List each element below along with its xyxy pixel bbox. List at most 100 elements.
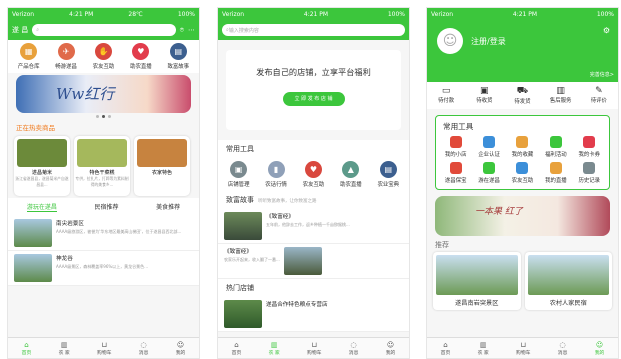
- tool-label: 农友互助: [302, 182, 325, 188]
- search-input[interactable]: ⌕ 输入搜索内容: [222, 24, 405, 36]
- shop-image: [224, 300, 262, 328]
- tab-label: 首页: [21, 350, 32, 356]
- tool-item[interactable]: 遂昌保宝: [442, 162, 470, 184]
- tab-mine[interactable]: ☺ 我的: [386, 341, 396, 356]
- story-item[interactable]: 《致富经》 五年前，他辞去工作，返乡种植一千亩猕猴桃...: [218, 209, 409, 244]
- message-icon: ◌: [140, 340, 147, 349]
- item-desc: AAAA级旅游区，被誉为'华东地区最美高山梯田'，位于遂昌县西北部...: [56, 229, 182, 234]
- tab-mine[interactable]: ☺ 我的: [595, 341, 605, 356]
- farm-icon: ▥: [479, 340, 487, 349]
- hot-title: 正在热卖商品: [16, 124, 55, 132]
- tab-farm[interactable]: ▥ 农 家: [59, 341, 70, 356]
- promo-banner[interactable]: 一本果 红了: [435, 196, 610, 236]
- tab-home[interactable]: ⌂ 首页: [232, 341, 242, 356]
- tool-label: 农业宝典: [377, 182, 400, 188]
- tab-message[interactable]: ◌ 消息: [139, 341, 149, 356]
- tool-item[interactable]: 我的直播: [542, 162, 570, 184]
- quick-item-0[interactable]: ▦ 产品仓库: [15, 43, 43, 70]
- promo-banner[interactable]: Ww红行: [16, 75, 191, 113]
- list-item[interactable]: 神龙谷 AAAA级景区，森林覆盖率96%以上，黄龙谷景色...: [8, 251, 199, 286]
- tab-farm[interactable]: ▥ 农 家: [269, 341, 280, 356]
- order-service[interactable]: ▥ 售后服务: [547, 86, 575, 105]
- shop-item[interactable]: 遂昌合作特色粮点专营店: [218, 297, 409, 332]
- publish-shop-button[interactable]: 立 即 发 布 店 铺: [282, 92, 345, 106]
- recommend-title: 推荐: [435, 241, 449, 249]
- tab-label: 首页: [231, 350, 242, 356]
- tool-item[interactable]: 企业认证: [475, 136, 503, 158]
- order-review[interactable]: ✎ 待评价: [585, 86, 613, 105]
- tab-message[interactable]: ◌ 消息: [558, 341, 568, 356]
- tool-label: 农话行情: [265, 182, 287, 188]
- product-cards: 遂昌菊米 浙江省遂昌县，遂昌菊米产自遂昌县... 特色干菜糕 专供，拉扎片，打蹄等为…: [8, 134, 199, 198]
- login-button[interactable]: 注册/登录: [471, 36, 506, 47]
- list-item[interactable]: 南尖岩景区 AAAA级旅游区，被誉为'华东地区最美高山梯田'，位于遂昌县西北部..…: [8, 216, 199, 251]
- tool-item[interactable]: ▲ 助农直播: [337, 161, 365, 188]
- product-desc: 浙江省遂昌县，遂昌菊米产自遂昌县...: [15, 176, 69, 187]
- chart-icon: ▮: [267, 161, 285, 178]
- recommend-card[interactable]: 遂昌南岩突景区: [433, 252, 521, 310]
- tab-home[interactable]: ⌂ 首页: [441, 341, 451, 356]
- tool-item[interactable]: 农友互助: [508, 162, 536, 184]
- tab-cart[interactable]: ⊔ 购物车: [307, 341, 321, 356]
- tool-item[interactable]: 我的收藏: [508, 136, 536, 158]
- item-title: 神龙谷: [56, 256, 73, 262]
- tool-item[interactable]: ♥ 农友互助: [299, 161, 327, 188]
- avatar[interactable]: ☺: [437, 28, 463, 54]
- recommend-label: 农村人家民宿: [549, 300, 587, 307]
- tool-item[interactable]: ▤ 农业宝典: [374, 161, 402, 188]
- tab-food[interactable]: 美食推荐: [156, 202, 180, 212]
- tab-mine[interactable]: ☺ 我的: [176, 341, 186, 356]
- story-item[interactable]: 《致富经》 农家乐开起来，收入翻了一番...: [218, 244, 409, 279]
- quick-label: 农友互助: [92, 64, 115, 70]
- recommend-card[interactable]: 农村人家民宿: [524, 252, 612, 310]
- warehouse-icon: ▦: [20, 43, 38, 60]
- tool-item[interactable]: 我的卡券: [575, 136, 603, 158]
- quick-item-2[interactable]: ✋ 农友互助: [89, 43, 117, 70]
- camera-icon[interactable]: ⌾: [180, 26, 184, 35]
- tab-travel[interactable]: 游玩在遂昌: [26, 202, 57, 212]
- product-card[interactable]: 农家特色: [134, 136, 190, 196]
- battery-label: 100%: [596, 10, 614, 18]
- tool-item[interactable]: ▣ 店铺管理: [225, 161, 253, 188]
- order-ship[interactable]: ⛟ 待发货: [508, 86, 536, 105]
- quick-label: 致富故事: [167, 64, 190, 70]
- battery-label: 100%: [177, 10, 195, 18]
- quick-item-4[interactable]: ▤ 致富故事: [164, 43, 192, 70]
- tab-cart[interactable]: ⊔ 购物车: [97, 341, 111, 356]
- quick-label: 畅游遂昌: [55, 64, 77, 70]
- quick-item-3[interactable]: ♥ 助农直播: [127, 43, 155, 70]
- tool-item[interactable]: 游在遂昌: [475, 162, 503, 184]
- product-name: 遂昌菊米: [31, 170, 52, 176]
- heart-icon: ♥: [304, 161, 322, 178]
- city-selector[interactable]: 遂 昌: [12, 25, 28, 35]
- box-icon: ▣: [480, 86, 489, 96]
- tab-label: 农 家: [268, 350, 280, 356]
- tab-cart[interactable]: ⊔ 购物车: [516, 341, 530, 356]
- recommend-label: 遂昌南岩突景区: [455, 300, 499, 307]
- tab-homestay[interactable]: 民宿推荐: [94, 202, 118, 212]
- tab-label: 我的: [594, 350, 605, 356]
- order-pay[interactable]: ▭ 待付款: [432, 86, 460, 105]
- settings-icon[interactable]: ⚙: [603, 26, 610, 35]
- search-input[interactable]: ⌕: [32, 24, 176, 36]
- order-receive[interactable]: ▣ 待收货: [470, 86, 498, 105]
- tab-label: 农 家: [58, 350, 70, 356]
- complete-info-link[interactable]: 完善信息>: [590, 71, 614, 78]
- tool-item[interactable]: 我的小店: [442, 136, 470, 158]
- more-icon[interactable]: ⋯: [188, 26, 195, 34]
- home-icon: ⌂: [443, 340, 448, 349]
- product-card[interactable]: 特色干菜糕 专供，拉扎片，打蹄等为素料制得的美食乡...: [74, 136, 130, 196]
- certify-icon: [483, 136, 496, 148]
- tab-home[interactable]: ⌂ 首页: [22, 341, 32, 356]
- banner-dots: [8, 115, 199, 118]
- quick-label: 助农直播: [130, 64, 152, 70]
- quick-item-1[interactable]: ✈ 畅游遂昌: [52, 43, 80, 70]
- tool-item[interactable]: ▮ 农话行情: [262, 161, 290, 188]
- product-card[interactable]: 遂昌菊米 浙江省遂昌县，遂昌菊米产自遂昌县...: [14, 136, 70, 196]
- shop-title: 热门店铺: [218, 279, 409, 297]
- people-icon: [516, 162, 529, 174]
- tab-farm[interactable]: ▥ 农 家: [478, 341, 489, 356]
- tool-item[interactable]: 历史记录: [575, 162, 603, 184]
- tool-item[interactable]: 福利活动: [542, 136, 570, 158]
- tab-message[interactable]: ◌ 消息: [349, 341, 359, 356]
